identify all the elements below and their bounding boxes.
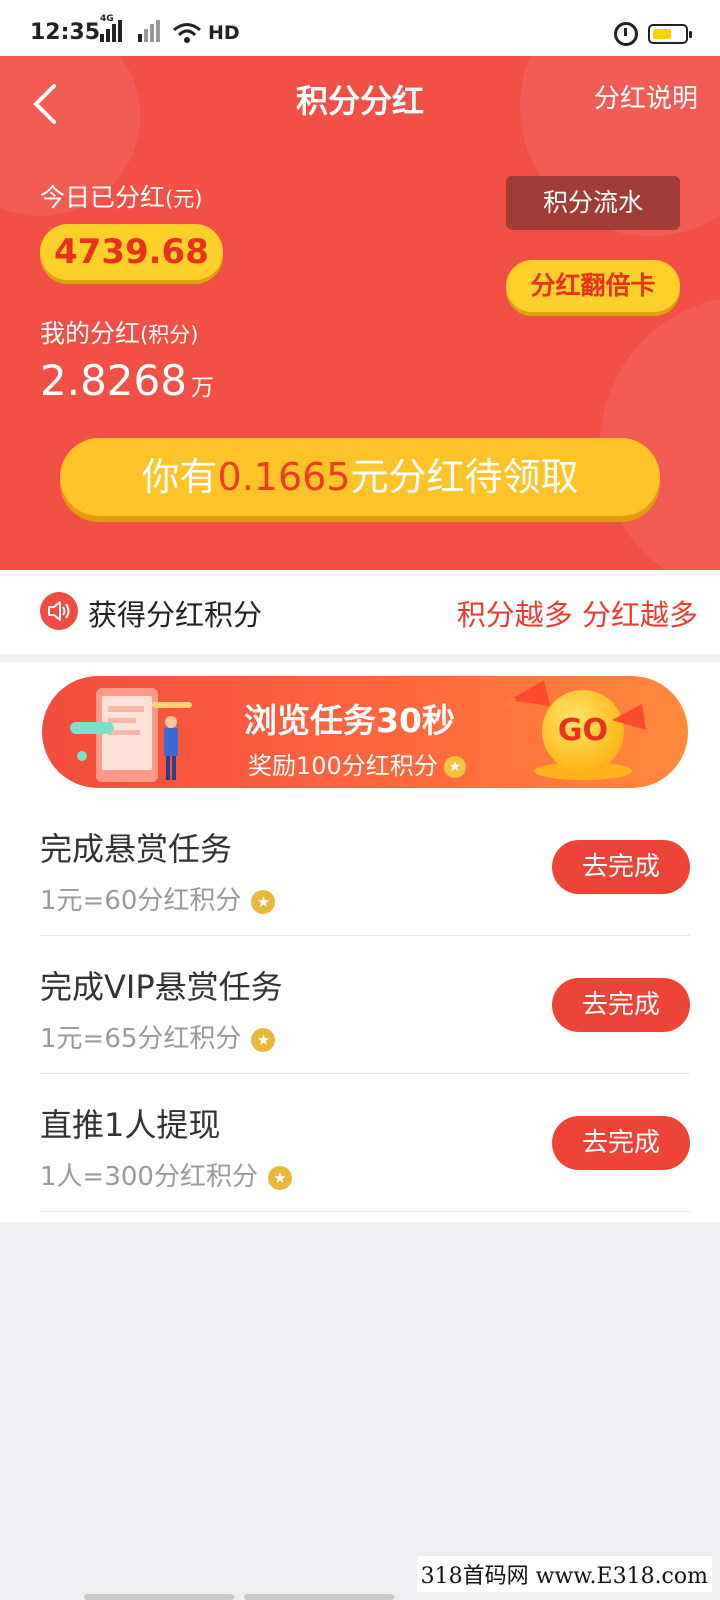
banner-subtitle: 奖励100分红积分 ★	[248, 746, 466, 781]
task-reward-text: 1元=60分红积分	[40, 886, 242, 916]
my-dividend-label: 我的分红(积分)	[40, 314, 198, 350]
task-reward-text: 1人=300分红积分	[40, 1162, 258, 1192]
task-reward: 1元=65分红积分 ★	[40, 1018, 276, 1055]
star-icon: ★	[251, 889, 276, 914]
wifi-icon	[173, 23, 201, 43]
star-icon: ★	[267, 1165, 292, 1190]
task-name: 完成悬赏任务	[40, 830, 233, 868]
points-flow-button[interactable]: 积分流水	[506, 176, 680, 230]
task-reward-text: 1元=65分红积分	[40, 1024, 242, 1054]
hd-indicator: HD	[208, 22, 240, 44]
star-icon: ★	[251, 1027, 276, 1052]
status-bar: 12:35 4G HD	[0, 0, 720, 56]
today-label-text: 今日已分红	[40, 183, 166, 212]
notice-slogan: 积分越多 分红越多	[456, 598, 698, 632]
go-complete-button[interactable]: 去完成	[552, 1116, 690, 1170]
star-icon: ★	[443, 756, 466, 778]
task-row: 直推1人提现 1人=300分红积分 ★ 去完成	[40, 1074, 690, 1212]
my-label-unit: (积分)	[140, 323, 199, 347]
claim-prefix: 你有	[141, 455, 218, 499]
battery-icon	[648, 24, 692, 44]
my-value-number: 2.8268	[40, 356, 187, 405]
today-dividend-value: 4739.68	[40, 224, 223, 280]
browse-task-banner[interactable]: 浏览任务30秒 奖励100分红积分 ★ GO	[42, 676, 688, 788]
claim-amount: 0.1665	[217, 455, 351, 499]
today-label-unit: (元)	[165, 187, 203, 211]
banner-title: 浏览任务30秒	[244, 701, 455, 740]
my-dividend-value: 2.8268 万	[40, 356, 214, 405]
page: 12:35 4G HD 积分分红 分红说明 今日已分红(元) 4739.68 积…	[0, 0, 720, 1600]
go-complete-button[interactable]: 去完成	[552, 840, 690, 894]
decor-bubble	[600, 296, 720, 570]
status-time: 12:35	[30, 20, 101, 45]
banner-subtitle-text: 奖励100分红积分	[248, 752, 438, 780]
task-list: 浏览任务30秒 奖励100分红积分 ★ GO 完成悬赏任务 1元=60分红积分 ★ …	[0, 662, 720, 1222]
task-reward: 1人=300分红积分 ★	[40, 1156, 292, 1193]
alarm-icon	[614, 22, 638, 46]
task-name: 完成VIP悬赏任务	[40, 968, 283, 1006]
nav-gesture-bar	[244, 1594, 394, 1600]
nav-gesture-bar	[84, 1594, 234, 1600]
signal-icon	[138, 20, 160, 42]
watermark: 318首码网 www.E318.com	[416, 1556, 712, 1592]
my-label-text: 我的分红	[40, 319, 141, 348]
speaker-icon	[40, 592, 78, 630]
dividend-header: 积分分红 分红说明 今日已分红(元) 4739.68 积分流水 分红翻倍卡 我的…	[0, 56, 720, 570]
claim-suffix: 元分红待领取	[350, 455, 579, 499]
go-complete-button[interactable]: 去完成	[552, 978, 690, 1032]
notice-bar: 获得分红积分 积分越多 分红越多	[0, 570, 720, 654]
megaphone-icon	[612, 704, 646, 730]
task-name: 直推1人提现	[40, 1106, 221, 1144]
task-row: 完成悬赏任务 1元=60分红积分 ★ 去完成	[40, 798, 690, 936]
phone-illustration-icon	[70, 688, 192, 782]
task-reward: 1元=60分红积分 ★	[40, 880, 276, 917]
task-row: 完成VIP悬赏任务 1元=65分红积分 ★ 去完成	[40, 936, 690, 1074]
double-card-button[interactable]: 分红翻倍卡	[506, 260, 680, 312]
notice-text: 获得分红积分	[88, 598, 263, 632]
today-dividend-label: 今日已分红(元)	[40, 178, 202, 214]
signal-icon	[100, 20, 122, 42]
my-value-unit: 万	[190, 375, 214, 401]
dividend-info-link[interactable]: 分红说明	[594, 78, 698, 115]
claim-dividend-button[interactable]: 你有0.1665元分红待领取	[60, 438, 660, 516]
